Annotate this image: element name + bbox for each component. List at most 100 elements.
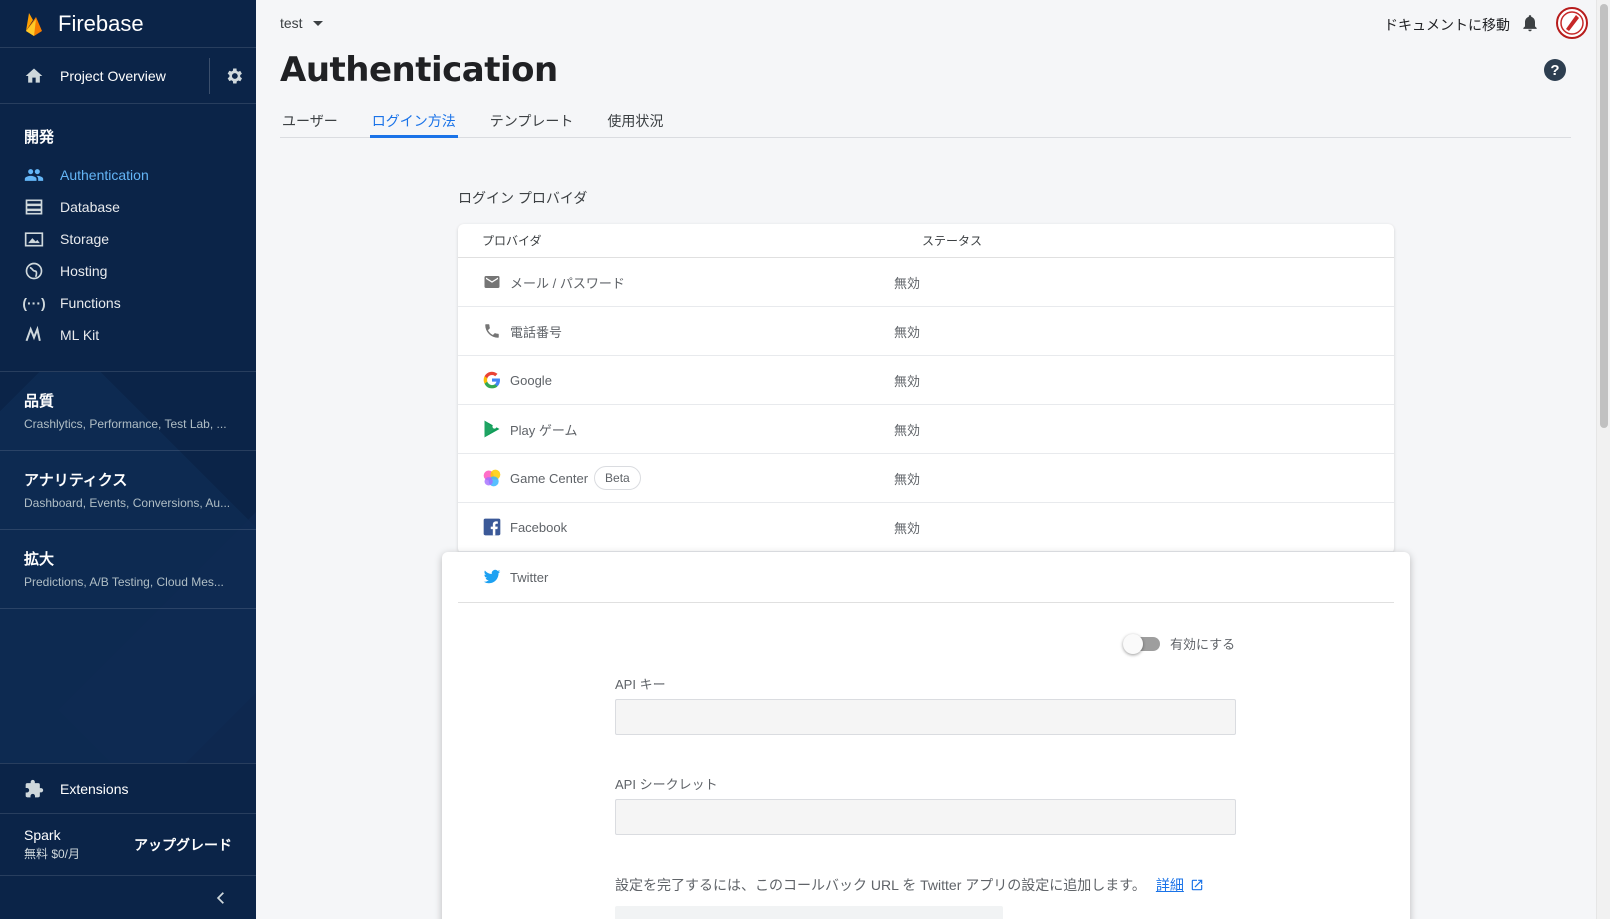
column-header-status: ステータス xyxy=(922,234,983,248)
provider-name: Facebook xyxy=(510,519,568,535)
top-bar: test ドキュメントに移動 xyxy=(256,0,1596,48)
provider-name: 電話番号 xyxy=(510,324,563,340)
divider xyxy=(209,57,210,94)
sidebar-group-analytics[interactable]: アナリティクス Dashboard, Events, Conversions, … xyxy=(0,451,256,530)
mlkit-icon xyxy=(24,325,44,345)
twitter-config-panel: Twitter 有効にする API キー API シークレット 設定を完了するに… xyxy=(442,552,1410,919)
provider-status: 無効 xyxy=(894,324,921,340)
sidebar-item-hosting[interactable]: Hosting xyxy=(0,255,256,287)
plan-price: 無料 $0/月 xyxy=(24,847,81,861)
provider-status: 無効 xyxy=(894,275,921,291)
provider-row-phone[interactable]: 電話番号 無効 xyxy=(458,307,1394,356)
plan-row: Spark 無料 $0/月 アップグレード xyxy=(0,813,256,875)
callback-text: 設定を完了するには、このコールバック URL を Twitter アプリの設定に… xyxy=(615,877,1146,893)
game-center-icon xyxy=(482,468,502,488)
collapse-sidebar-button[interactable] xyxy=(0,875,256,919)
sidebar-item-ml-kit[interactable]: ML Kit xyxy=(0,319,256,351)
extensions-icon xyxy=(25,779,44,797)
provider-name: Play ゲーム xyxy=(510,422,578,438)
section-title-sign-in-providers: ログイン プロバイダ xyxy=(458,190,588,206)
project-overview-link[interactable]: Project Overview xyxy=(60,68,209,84)
api-key-input[interactable] xyxy=(615,699,1236,735)
sidebar-group-grow[interactable]: 拡大 Predictions, A/B Testing, Cloud Mes..… xyxy=(0,530,256,609)
sidebar-item-authentication[interactable]: Authentication xyxy=(0,159,256,191)
api-secret-input[interactable] xyxy=(615,799,1236,835)
details-link[interactable]: 詳細 xyxy=(1156,875,1184,895)
sidebar-item-label: ML Kit xyxy=(60,327,100,343)
tab-users[interactable]: ユーザー xyxy=(280,103,340,138)
storage-icon xyxy=(24,229,44,249)
docs-link[interactable]: ドキュメントに移動 xyxy=(1384,15,1510,35)
enable-toggle-row: 有効にする xyxy=(1123,633,1236,654)
phone-icon xyxy=(482,321,502,341)
callback-instructions: 設定を完了するには、このコールバック URL を Twitter アプリの設定に… xyxy=(615,875,1204,895)
table-header: プロバイダ ステータス xyxy=(458,224,1394,258)
help-icon[interactable]: ? xyxy=(1544,59,1566,81)
provider-status: 無効 xyxy=(894,373,921,389)
avatar[interactable] xyxy=(1556,7,1588,39)
upgrade-button[interactable]: アップグレード xyxy=(134,835,232,855)
sidebar: Firebase Project Overview 開発 Authenticat… xyxy=(0,0,256,919)
sidebar-item-storage[interactable]: Storage xyxy=(0,223,256,255)
functions-icon: (···) xyxy=(22,295,46,311)
project-selector[interactable]: test xyxy=(280,15,323,31)
provider-row-google[interactable]: Google 無効 xyxy=(458,356,1394,405)
tab-templates[interactable]: テンプレート xyxy=(488,103,576,138)
group-subtitle: Predictions, A/B Testing, Cloud Mes... xyxy=(24,575,224,589)
tab-bar: ユーザー ログイン方法 テンプレート 使用状況 xyxy=(280,103,1571,138)
plan-name: Spark xyxy=(24,827,61,843)
provider-row-email[interactable]: メール / パスワード 無効 xyxy=(458,258,1394,307)
hosting-icon xyxy=(24,261,44,281)
callback-url-field[interactable] xyxy=(615,906,1003,919)
people-icon xyxy=(24,165,44,185)
provider-status: 無効 xyxy=(894,471,921,487)
sidebar-item-label: Extensions xyxy=(60,780,129,797)
tab-usage[interactable]: 使用状況 xyxy=(605,103,665,138)
facebook-icon xyxy=(482,517,502,537)
beta-badge: Beta xyxy=(594,466,641,490)
group-title: アナリティクス xyxy=(24,472,128,489)
sidebar-item-label: Database xyxy=(60,199,120,215)
group-subtitle: Dashboard, Events, Conversions, Au... xyxy=(24,496,231,510)
provider-status: 無効 xyxy=(894,422,921,438)
enable-label: 有効にする xyxy=(1170,637,1236,652)
sidebar-item-label: Functions xyxy=(60,295,121,311)
provider-row-game-center[interactable]: Game Center Beta 無効 xyxy=(458,454,1394,503)
provider-row-facebook[interactable]: Facebook 無効 xyxy=(458,503,1394,552)
sidebar-item-label: Hosting xyxy=(60,263,108,279)
external-link-icon[interactable] xyxy=(1190,878,1204,892)
scrollbar-thumb[interactable] xyxy=(1600,4,1608,428)
project-overview-row: Project Overview xyxy=(0,48,256,104)
email-icon xyxy=(482,272,502,292)
api-secret-label: API シークレット xyxy=(615,777,718,792)
enable-toggle[interactable] xyxy=(1123,633,1160,654)
page-scrollbar[interactable] xyxy=(1596,0,1610,919)
develop-section: 開発 Authentication Database Storage Hosti… xyxy=(0,104,256,372)
provider-name: Game Center xyxy=(510,470,589,486)
provider-name: メール / パスワード xyxy=(510,275,625,291)
firebase-logo-icon xyxy=(26,12,42,36)
providers-table: プロバイダ ステータス メール / パスワード 無効 電話番号 無効 Googl… xyxy=(458,224,1394,554)
group-title: 拡大 xyxy=(24,551,55,568)
twitter-icon xyxy=(483,569,501,584)
sidebar-item-functions[interactable]: (···) Functions xyxy=(0,287,256,319)
provider-row-twitter[interactable]: Twitter xyxy=(458,552,1394,603)
provider-name: Google xyxy=(510,372,552,388)
tab-sign-in-method[interactable]: ログイン方法 xyxy=(369,103,458,138)
bell-icon[interactable] xyxy=(1520,12,1540,34)
sidebar-item-label: Storage xyxy=(60,231,110,247)
home-icon xyxy=(25,68,43,83)
provider-status: 無効 xyxy=(894,520,921,536)
firebase-brand[interactable]: Firebase xyxy=(0,0,256,48)
group-title: 品質 xyxy=(24,393,55,410)
gear-icon[interactable] xyxy=(224,66,244,86)
avatar-image xyxy=(1559,10,1585,36)
sidebar-item-extensions[interactable]: Extensions xyxy=(0,763,256,813)
column-header-provider: プロバイダ xyxy=(482,234,542,248)
toggle-knob xyxy=(1123,633,1143,654)
sidebar-group-quality[interactable]: 品質 Crashlytics, Performance, Test Lab, .… xyxy=(0,372,256,451)
database-icon xyxy=(24,197,44,217)
sidebar-item-database[interactable]: Database xyxy=(0,191,256,223)
play-games-icon xyxy=(482,419,502,439)
provider-row-play-games[interactable]: Play ゲーム 無効 xyxy=(458,405,1394,454)
